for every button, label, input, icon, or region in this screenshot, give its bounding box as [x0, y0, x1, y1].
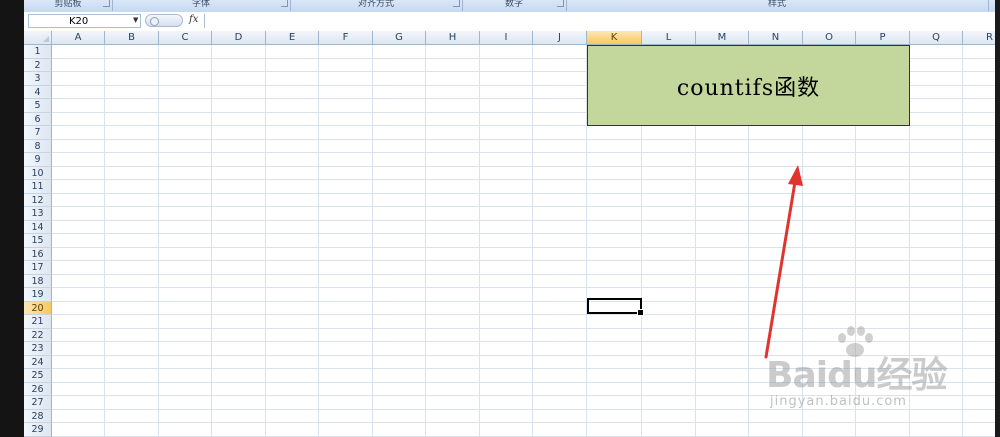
- watermark-brand: Baidu经验: [766, 355, 947, 396]
- arrow-head: [788, 165, 803, 186]
- spreadsheet-window: 剪贴板 字体 对齐方式 数字 样式 K20 ▼ fx ABCDEFGHIJKLM…: [24, 0, 995, 437]
- right-window-edge: [995, 0, 1000, 437]
- watermark: Baidu经验 jingyan.baidu.com: [766, 322, 991, 422]
- watermark-url: jingyan.baidu.com: [770, 394, 907, 409]
- left-window-edge: [0, 0, 24, 437]
